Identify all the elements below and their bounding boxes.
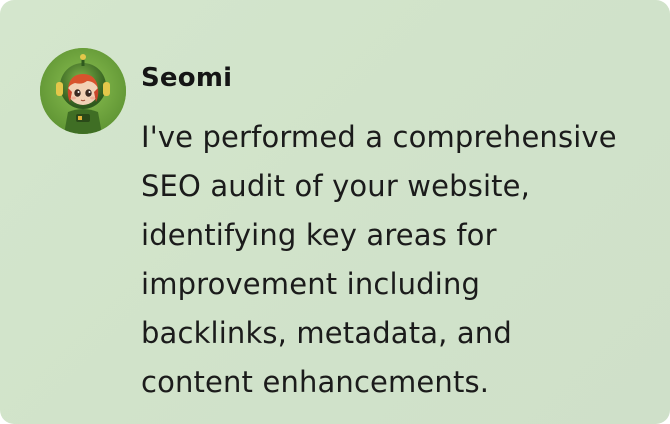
avatar: [40, 48, 126, 134]
robot-girl-avatar-icon: [40, 48, 126, 134]
sender-name: Seomi: [141, 63, 233, 93]
message-card: Seomi I've performed a comprehensive SEO…: [0, 0, 670, 424]
message-text: I've performed a comprehensive SEO audit…: [141, 120, 617, 399]
